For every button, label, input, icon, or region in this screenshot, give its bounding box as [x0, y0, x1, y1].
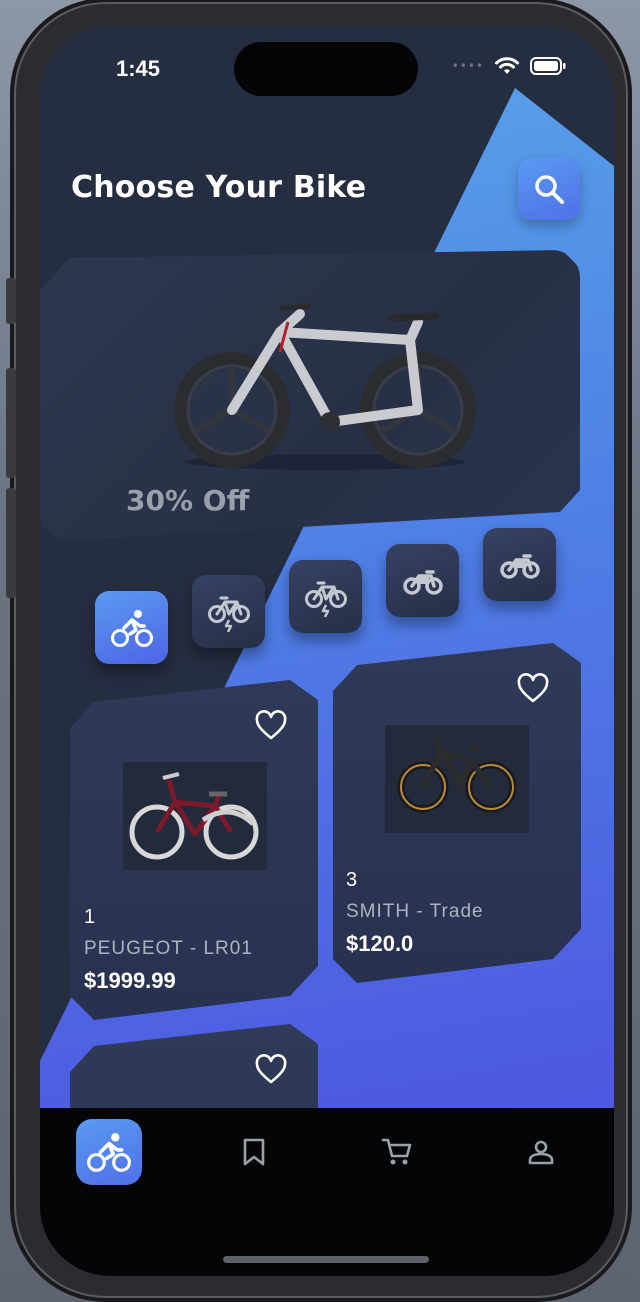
volume-down-button [6, 488, 16, 598]
electric-bike-icon [304, 581, 347, 617]
tab-cart[interactable] [364, 1119, 430, 1185]
status-icons: •••• [452, 56, 566, 76]
person-icon [528, 1140, 554, 1165]
wifi-icon [495, 57, 519, 74]
category-e-bike[interactable] [192, 575, 265, 648]
product-number: 1 [84, 906, 96, 928]
mute-switch [6, 278, 16, 324]
electric-bike-icon [207, 596, 250, 632]
favorite-heart-icon[interactable] [255, 1054, 287, 1086]
featured-bike-image [174, 303, 476, 470]
page-title: Choose Your Bike [71, 170, 367, 205]
favorite-heart-icon[interactable] [517, 673, 549, 705]
motorbike-icon [402, 569, 443, 595]
product-name: PEUGEOT - LR01 [84, 938, 253, 959]
bookmark-icon [243, 1138, 265, 1166]
product-price: $1999.99 [84, 968, 176, 993]
category-e-bike-2[interactable] [289, 560, 362, 633]
kids-bike-image [129, 772, 259, 860]
battery-icon [530, 57, 566, 75]
cart-icon [381, 1138, 412, 1165]
product-price: $120.0 [346, 931, 414, 956]
motorbike-icon [499, 553, 540, 579]
product-image [123, 762, 267, 870]
hero-discount-label: 30% Off [126, 484, 250, 517]
signal-icon: •••• [451, 59, 484, 73]
app-screen: 1:45 •••• Choose Your Bike 30% Off 1 PEU… [40, 26, 614, 1276]
search-button[interactable] [518, 158, 580, 220]
product-number: 3 [346, 869, 358, 891]
cyclist-icon [87, 1133, 131, 1172]
bottom-tab-bar [40, 1108, 614, 1276]
category-motorbike-2[interactable] [483, 528, 556, 601]
product-name: SMITH - Trade [346, 901, 484, 922]
category-bicycle[interactable] [95, 591, 168, 664]
tab-bikes[interactable] [76, 1119, 142, 1185]
cyclist-icon [110, 609, 153, 647]
favorite-heart-icon[interactable] [255, 710, 287, 742]
mountain-bike-image [397, 737, 517, 813]
search-icon [535, 175, 564, 204]
volume-up-button [6, 368, 16, 478]
tab-profile[interactable] [508, 1119, 574, 1185]
home-indicator[interactable] [223, 1256, 429, 1263]
status-time: 1:45 [116, 56, 161, 81]
product-image [385, 725, 529, 833]
tab-saved[interactable] [221, 1119, 287, 1185]
category-motorbike[interactable] [386, 544, 459, 617]
dynamic-island [234, 42, 418, 96]
